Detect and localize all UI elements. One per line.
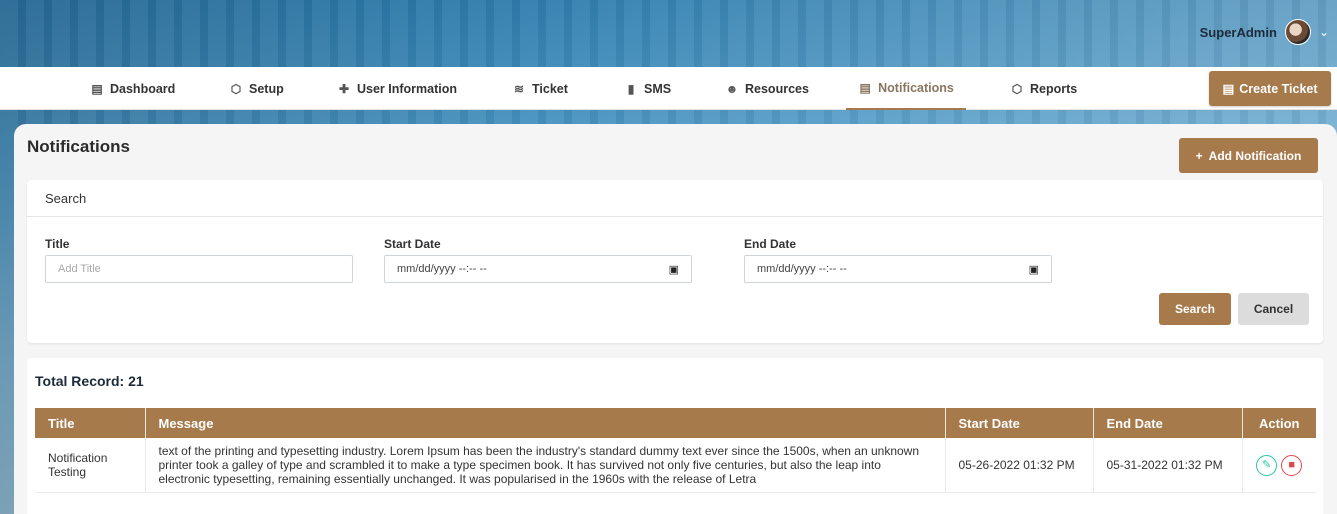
user-menu[interactable]: SuperAdmin ⌄ — [1200, 18, 1329, 46]
top-bar: SuperAdmin ⌄ — [0, 0, 1337, 67]
title-label: Title — [45, 237, 70, 251]
search-button[interactable]: Search — [1159, 293, 1231, 325]
delete-trash-icon[interactable]: ■ — [1281, 454, 1303, 476]
create-ticket-label: Create Ticket — [1239, 81, 1318, 96]
box-icon: ⬡ — [230, 81, 242, 96]
table-row: Notification Testing text of the printin… — [35, 438, 1316, 493]
title-placeholder: Add Title — [58, 263, 101, 275]
end-date-value: mm/dd/yyyy --:-- -- — [757, 263, 847, 275]
user-name[interactable]: SuperAdmin — [1200, 25, 1277, 40]
notifications-table: Title Message Start Date End Date Action… — [35, 408, 1316, 493]
nav-item-setup[interactable]: ⬡ Setup — [229, 67, 284, 110]
cell-title: Notification Testing — [35, 438, 146, 493]
nav-item-resources[interactable]: ☻ Resources — [725, 67, 809, 110]
column-header-action: Action — [1242, 408, 1316, 438]
message-icon: ▮ — [627, 81, 635, 96]
chevron-down-icon[interactable]: ⌄ — [1319, 25, 1329, 39]
nav-item-notifications[interactable]: ▤ Notifications — [846, 67, 966, 110]
create-ticket-button[interactable]: ▤ Create Ticket — [1209, 71, 1331, 106]
total-record: Total Record: 21 — [35, 373, 144, 389]
cell-end-date: 05-31-2022 01:32 PM — [1093, 438, 1243, 493]
nav-item-ticket[interactable]: ≋ Ticket — [512, 67, 568, 110]
plus-icon: + — [1195, 148, 1203, 163]
title-input[interactable]: Add Title — [45, 255, 353, 283]
line-chart-icon: ≋ — [513, 81, 525, 96]
page-title: Notifications — [27, 137, 130, 156]
end-date-input[interactable]: mm/dd/yyyy --:-- -- ▣ — [744, 255, 1052, 283]
nav-item-reports[interactable]: ⬡ Reports — [1010, 67, 1077, 110]
user-plus-icon: ✚ — [338, 81, 350, 96]
cancel-button[interactable]: Cancel — [1238, 293, 1309, 325]
nav-item-dashboard[interactable]: ▤ Dashboard — [90, 67, 175, 110]
nav-label: Reports — [1030, 81, 1078, 96]
document-icon: ▤ — [859, 80, 871, 95]
add-notification-button[interactable]: + Add Notification — [1179, 138, 1318, 173]
avatar[interactable] — [1284, 19, 1311, 45]
smiley-icon: ☻ — [725, 81, 739, 96]
column-header-message[interactable]: Message — [145, 408, 946, 438]
dashboard-icon: ▤ — [91, 81, 103, 96]
ticket-icon: ▤ — [1222, 82, 1235, 96]
cube-icon: ⬡ — [1011, 81, 1023, 96]
nav-item-sms[interactable]: ▮ SMS — [624, 67, 671, 110]
column-header-end-date[interactable]: End Date — [1093, 408, 1243, 438]
add-notification-label: Add Notification — [1208, 148, 1302, 163]
column-header-title[interactable]: Title — [35, 408, 146, 438]
nav-label: Setup — [249, 81, 284, 96]
content-panel: Notifications + Add Notification Search … — [14, 124, 1337, 514]
search-card: Search Title Add Title Start Date mm/dd/… — [27, 180, 1323, 343]
main-nav: ▤ Dashboard ⬡ Setup ✚ User Information ≋… — [0, 67, 1337, 110]
results-card: Total Record: 21 Title Message Start Dat… — [27, 358, 1323, 514]
cell-action: ✎ ■ — [1242, 438, 1316, 493]
nav-label: Notifications — [878, 80, 954, 95]
nav-label: Ticket — [532, 81, 568, 96]
start-date-label: Start Date — [384, 237, 441, 251]
start-date-value: mm/dd/yyyy --:-- -- — [397, 263, 487, 275]
nav-label: User Information — [357, 81, 458, 96]
edit-pencil-icon[interactable]: ✎ — [1256, 454, 1278, 476]
nav-label: Resources — [745, 81, 809, 96]
nav-item-user-information[interactable]: ✚ User Information — [337, 67, 457, 110]
column-header-start-date[interactable]: Start Date — [945, 408, 1094, 438]
cell-start-date: 05-26-2022 01:32 PM — [945, 438, 1094, 493]
cell-message: text of the printing and typesetting ind… — [145, 438, 946, 493]
nav-label: SMS — [644, 81, 672, 96]
table-header-row: Title Message Start Date End Date Action — [35, 408, 1316, 438]
calendar-icon[interactable]: ▣ — [669, 263, 679, 276]
nav-label: Dashboard — [110, 81, 176, 96]
calendar-icon[interactable]: ▣ — [1029, 263, 1039, 276]
start-date-input[interactable]: mm/dd/yyyy --:-- -- ▣ — [384, 255, 692, 283]
end-date-label: End Date — [744, 237, 797, 251]
search-heading: Search — [27, 180, 1323, 217]
